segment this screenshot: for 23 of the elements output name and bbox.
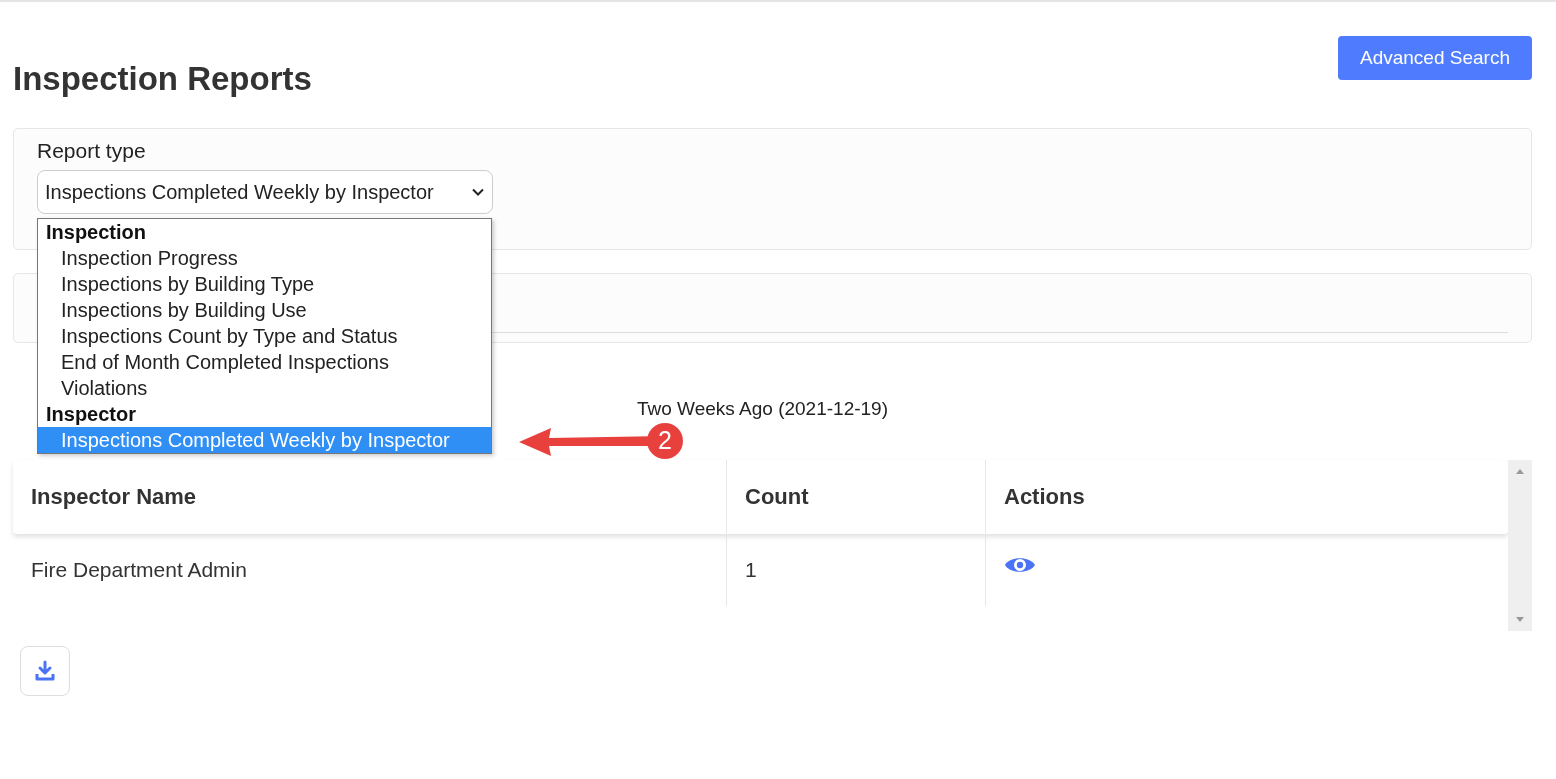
scrollbar[interactable] xyxy=(1508,460,1532,631)
dropdown-option[interactable]: Inspections by Building Use xyxy=(38,297,491,323)
column-header: Count xyxy=(726,460,985,534)
report-type-label: Report type xyxy=(37,139,147,163)
period-label: Two Weeks Ago (2021-12-19) xyxy=(637,398,888,420)
page-title: Inspection Reports xyxy=(13,60,312,98)
option-group-label: Inspector xyxy=(45,402,138,427)
column-header: Inspector Name xyxy=(30,483,198,511)
dropdown-option[interactable]: End of Month Completed Inspections xyxy=(38,349,491,375)
report-type-select[interactable]: Inspections Completed Weekly by Inspector xyxy=(37,170,493,214)
download-button[interactable] xyxy=(20,646,70,696)
download-icon xyxy=(34,660,56,682)
dropdown-option[interactable]: Inspections by Building Type xyxy=(38,271,491,297)
option-group-label: Inspection xyxy=(45,220,147,245)
dropdown-option[interactable]: Violations xyxy=(38,375,491,401)
scroll-down-arrow-icon[interactable] xyxy=(1515,617,1525,623)
scroll-up-arrow-icon[interactable] xyxy=(1515,468,1525,474)
chevron-icon xyxy=(472,188,484,196)
table-cell: 1 xyxy=(726,534,985,606)
dropdown-option[interactable]: Inspections Count by Type and Status xyxy=(38,323,491,349)
advanced-search-button[interactable]: Advanced Search xyxy=(1338,36,1532,80)
dropdown-option[interactable]: Inspection Progress xyxy=(38,245,491,271)
table-cell-text: Fire Department Admin xyxy=(30,557,248,583)
